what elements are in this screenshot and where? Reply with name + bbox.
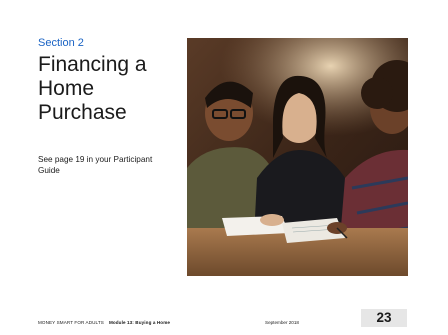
footer-date: September 2018 (265, 320, 299, 325)
section-label: Section 2 (38, 37, 84, 49)
participant-guide-reference: See page 19 in your Participant Guide (38, 155, 153, 175)
footer-program: MONEY SMART FOR ADULTS Module 13: Buying … (38, 320, 170, 325)
slide-title: Financing a Home Purchase (38, 53, 147, 124)
people-signing-documents-photo (187, 38, 408, 276)
slide: Section 2 Financing a Home Purchase See … (0, 0, 448, 335)
footer-program-name: MONEY SMART FOR ADULTS (38, 320, 104, 325)
page-number: 23 (361, 309, 407, 327)
footer-module: Module 13: Buying a Home (108, 320, 171, 325)
